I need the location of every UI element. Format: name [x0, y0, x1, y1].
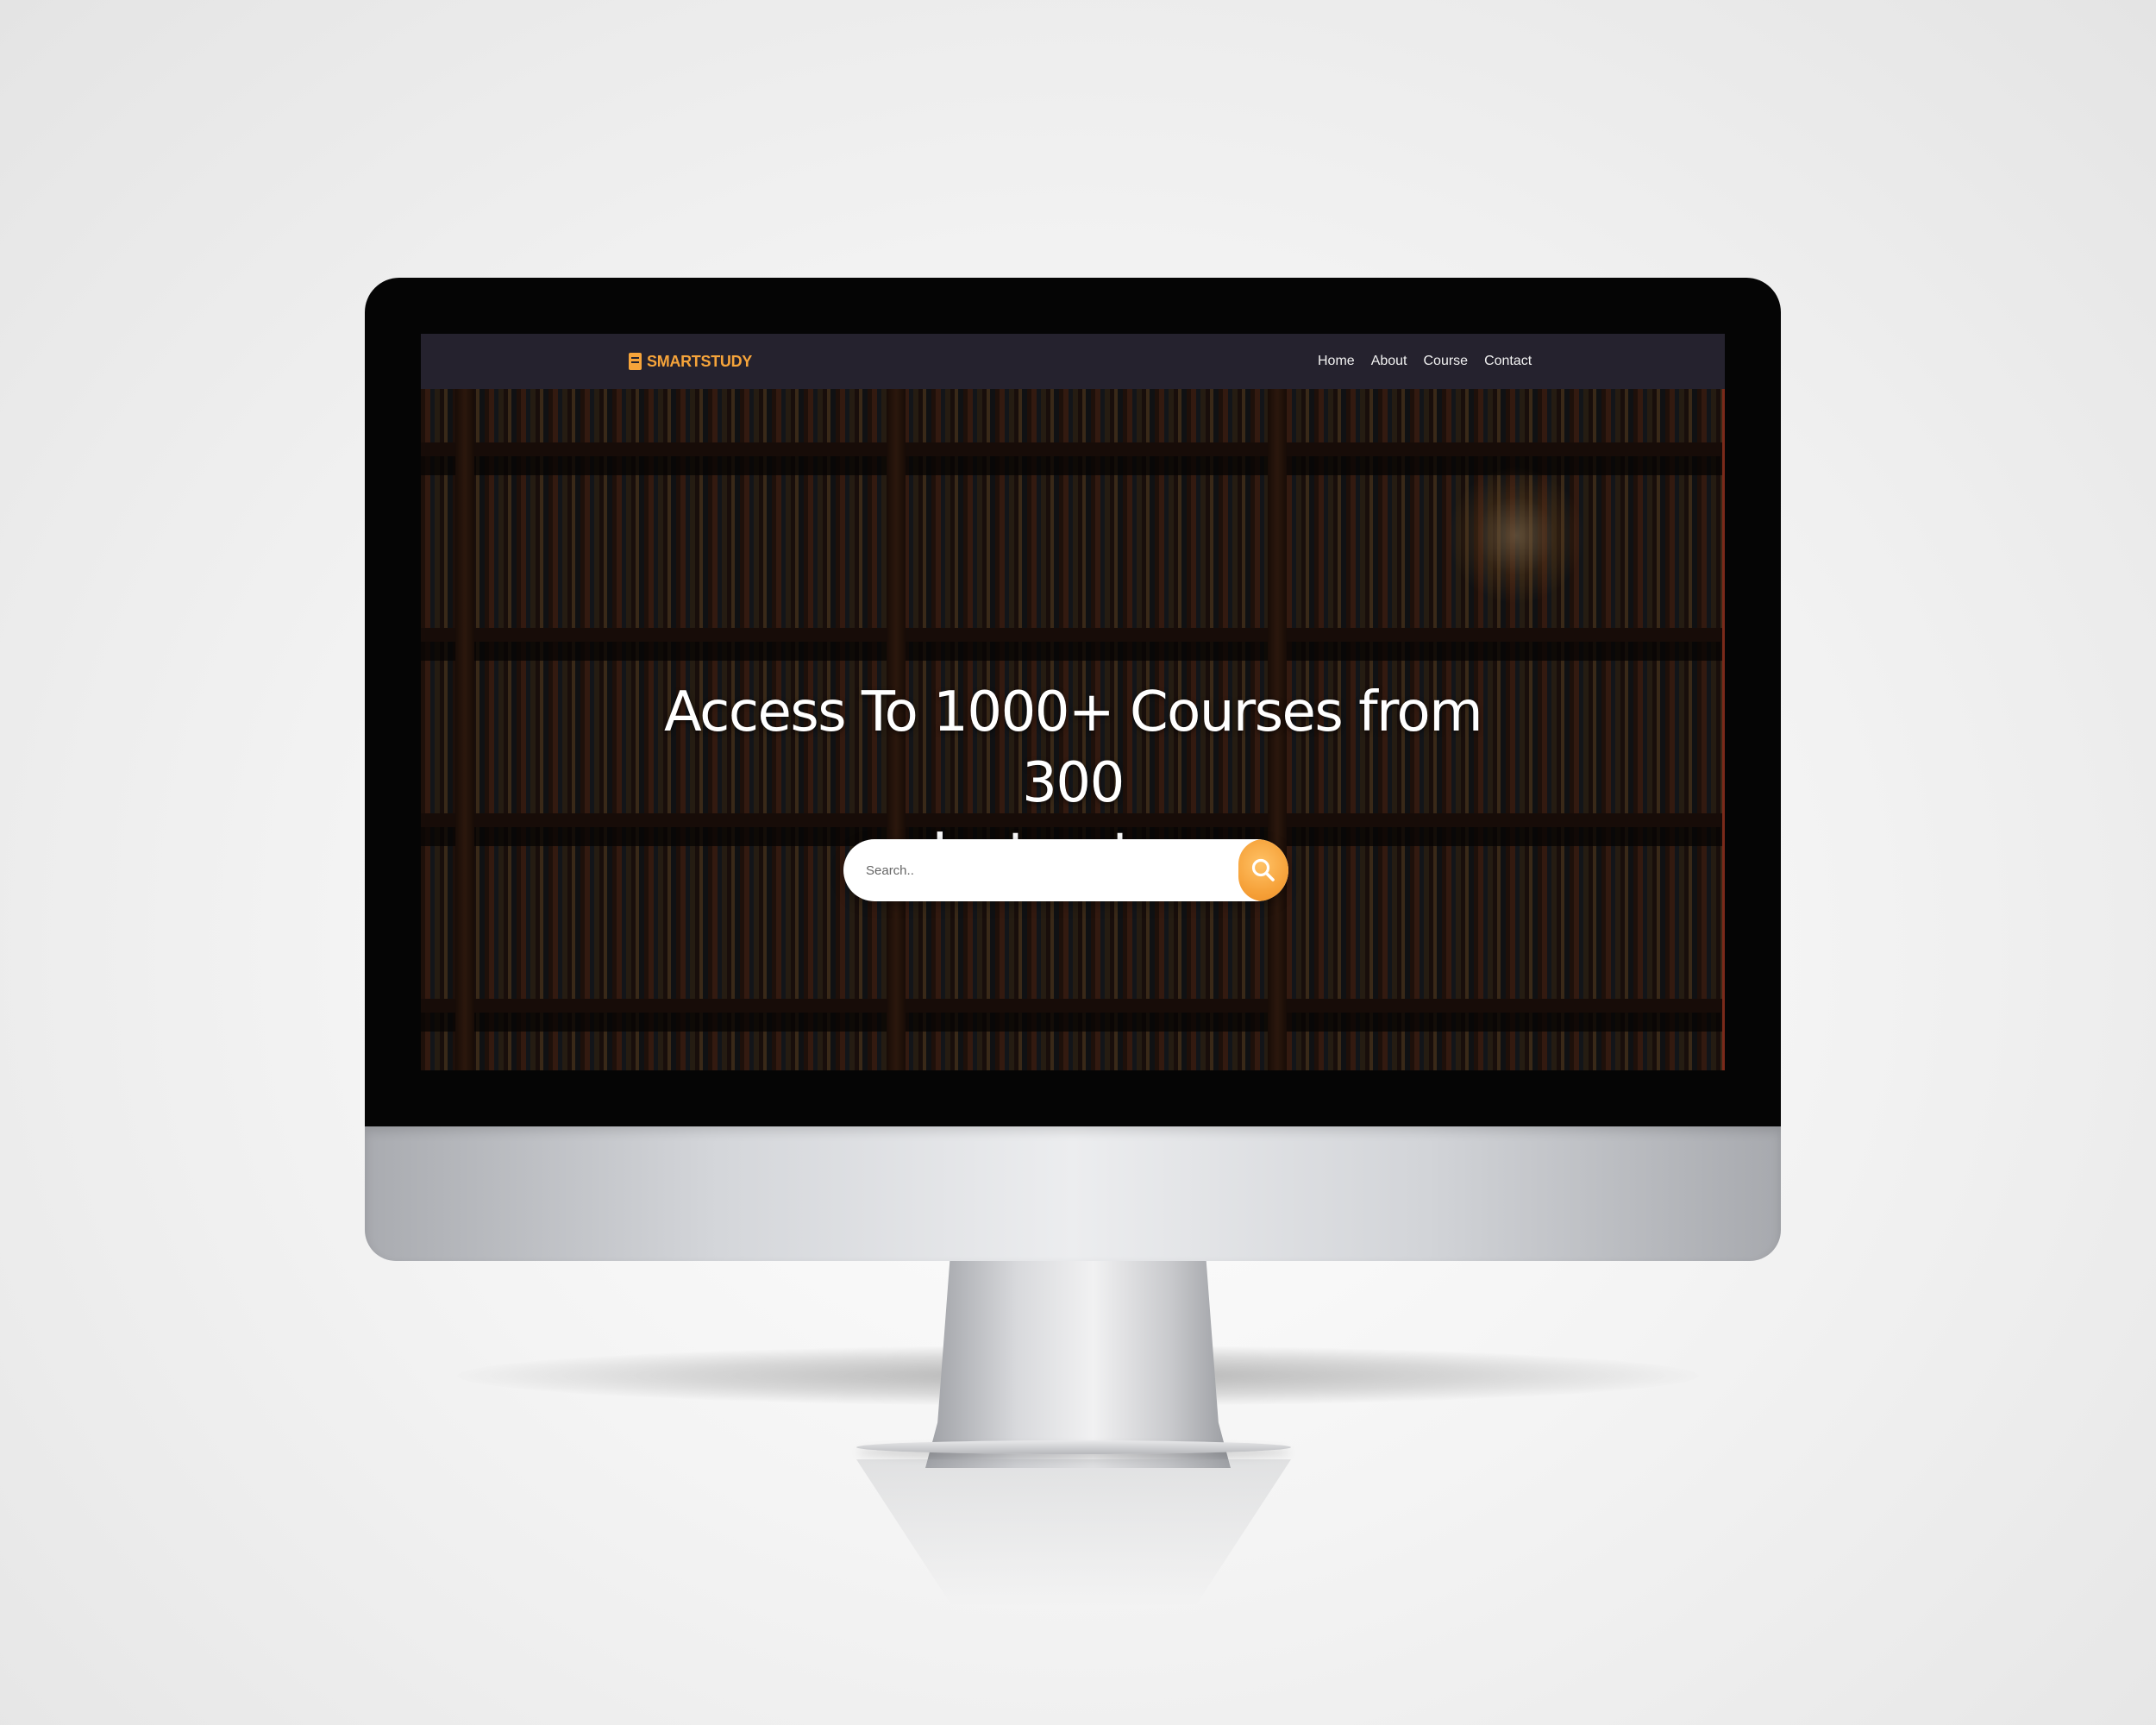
- monitor-stand: [925, 1261, 1231, 1468]
- book-icon: [629, 353, 642, 370]
- stand-reflection: [856, 1459, 1291, 1606]
- search-button[interactable]: [1238, 839, 1288, 901]
- nav-link-contact[interactable]: Contact: [1484, 354, 1532, 369]
- brand-name: SMARTSTUDY: [647, 352, 752, 370]
- nav-link-home[interactable]: Home: [1318, 354, 1355, 369]
- screen: Access To 1000+ Courses from 300 Instruc…: [421, 334, 1725, 1070]
- nav-link-about[interactable]: About: [1371, 354, 1407, 369]
- hero-section: Access To 1000+ Courses from 300 Instruc…: [421, 389, 1725, 1070]
- monitor: Access To 1000+ Courses from 300 Instruc…: [365, 278, 1781, 1261]
- screen-edge-line: [1722, 389, 1725, 1070]
- search-input[interactable]: [843, 839, 1214, 901]
- search-bar: [843, 839, 1288, 901]
- nav-links: Home About Course Contact: [1318, 351, 1532, 372]
- monitor-chin: [365, 1126, 1781, 1261]
- navbar: SMARTSTUDY Home About Course Contact: [421, 334, 1725, 389]
- nav-link-course[interactable]: Course: [1424, 354, 1469, 369]
- monitor-base: [856, 1440, 1291, 1454]
- monitor-bezel: Access To 1000+ Courses from 300 Instruc…: [365, 278, 1781, 1126]
- search-icon: [1251, 858, 1275, 881]
- brand-logo[interactable]: SMARTSTUDY: [629, 351, 752, 372]
- hero-title-line-1: Access To 1000+ Courses from 300: [663, 681, 1483, 815]
